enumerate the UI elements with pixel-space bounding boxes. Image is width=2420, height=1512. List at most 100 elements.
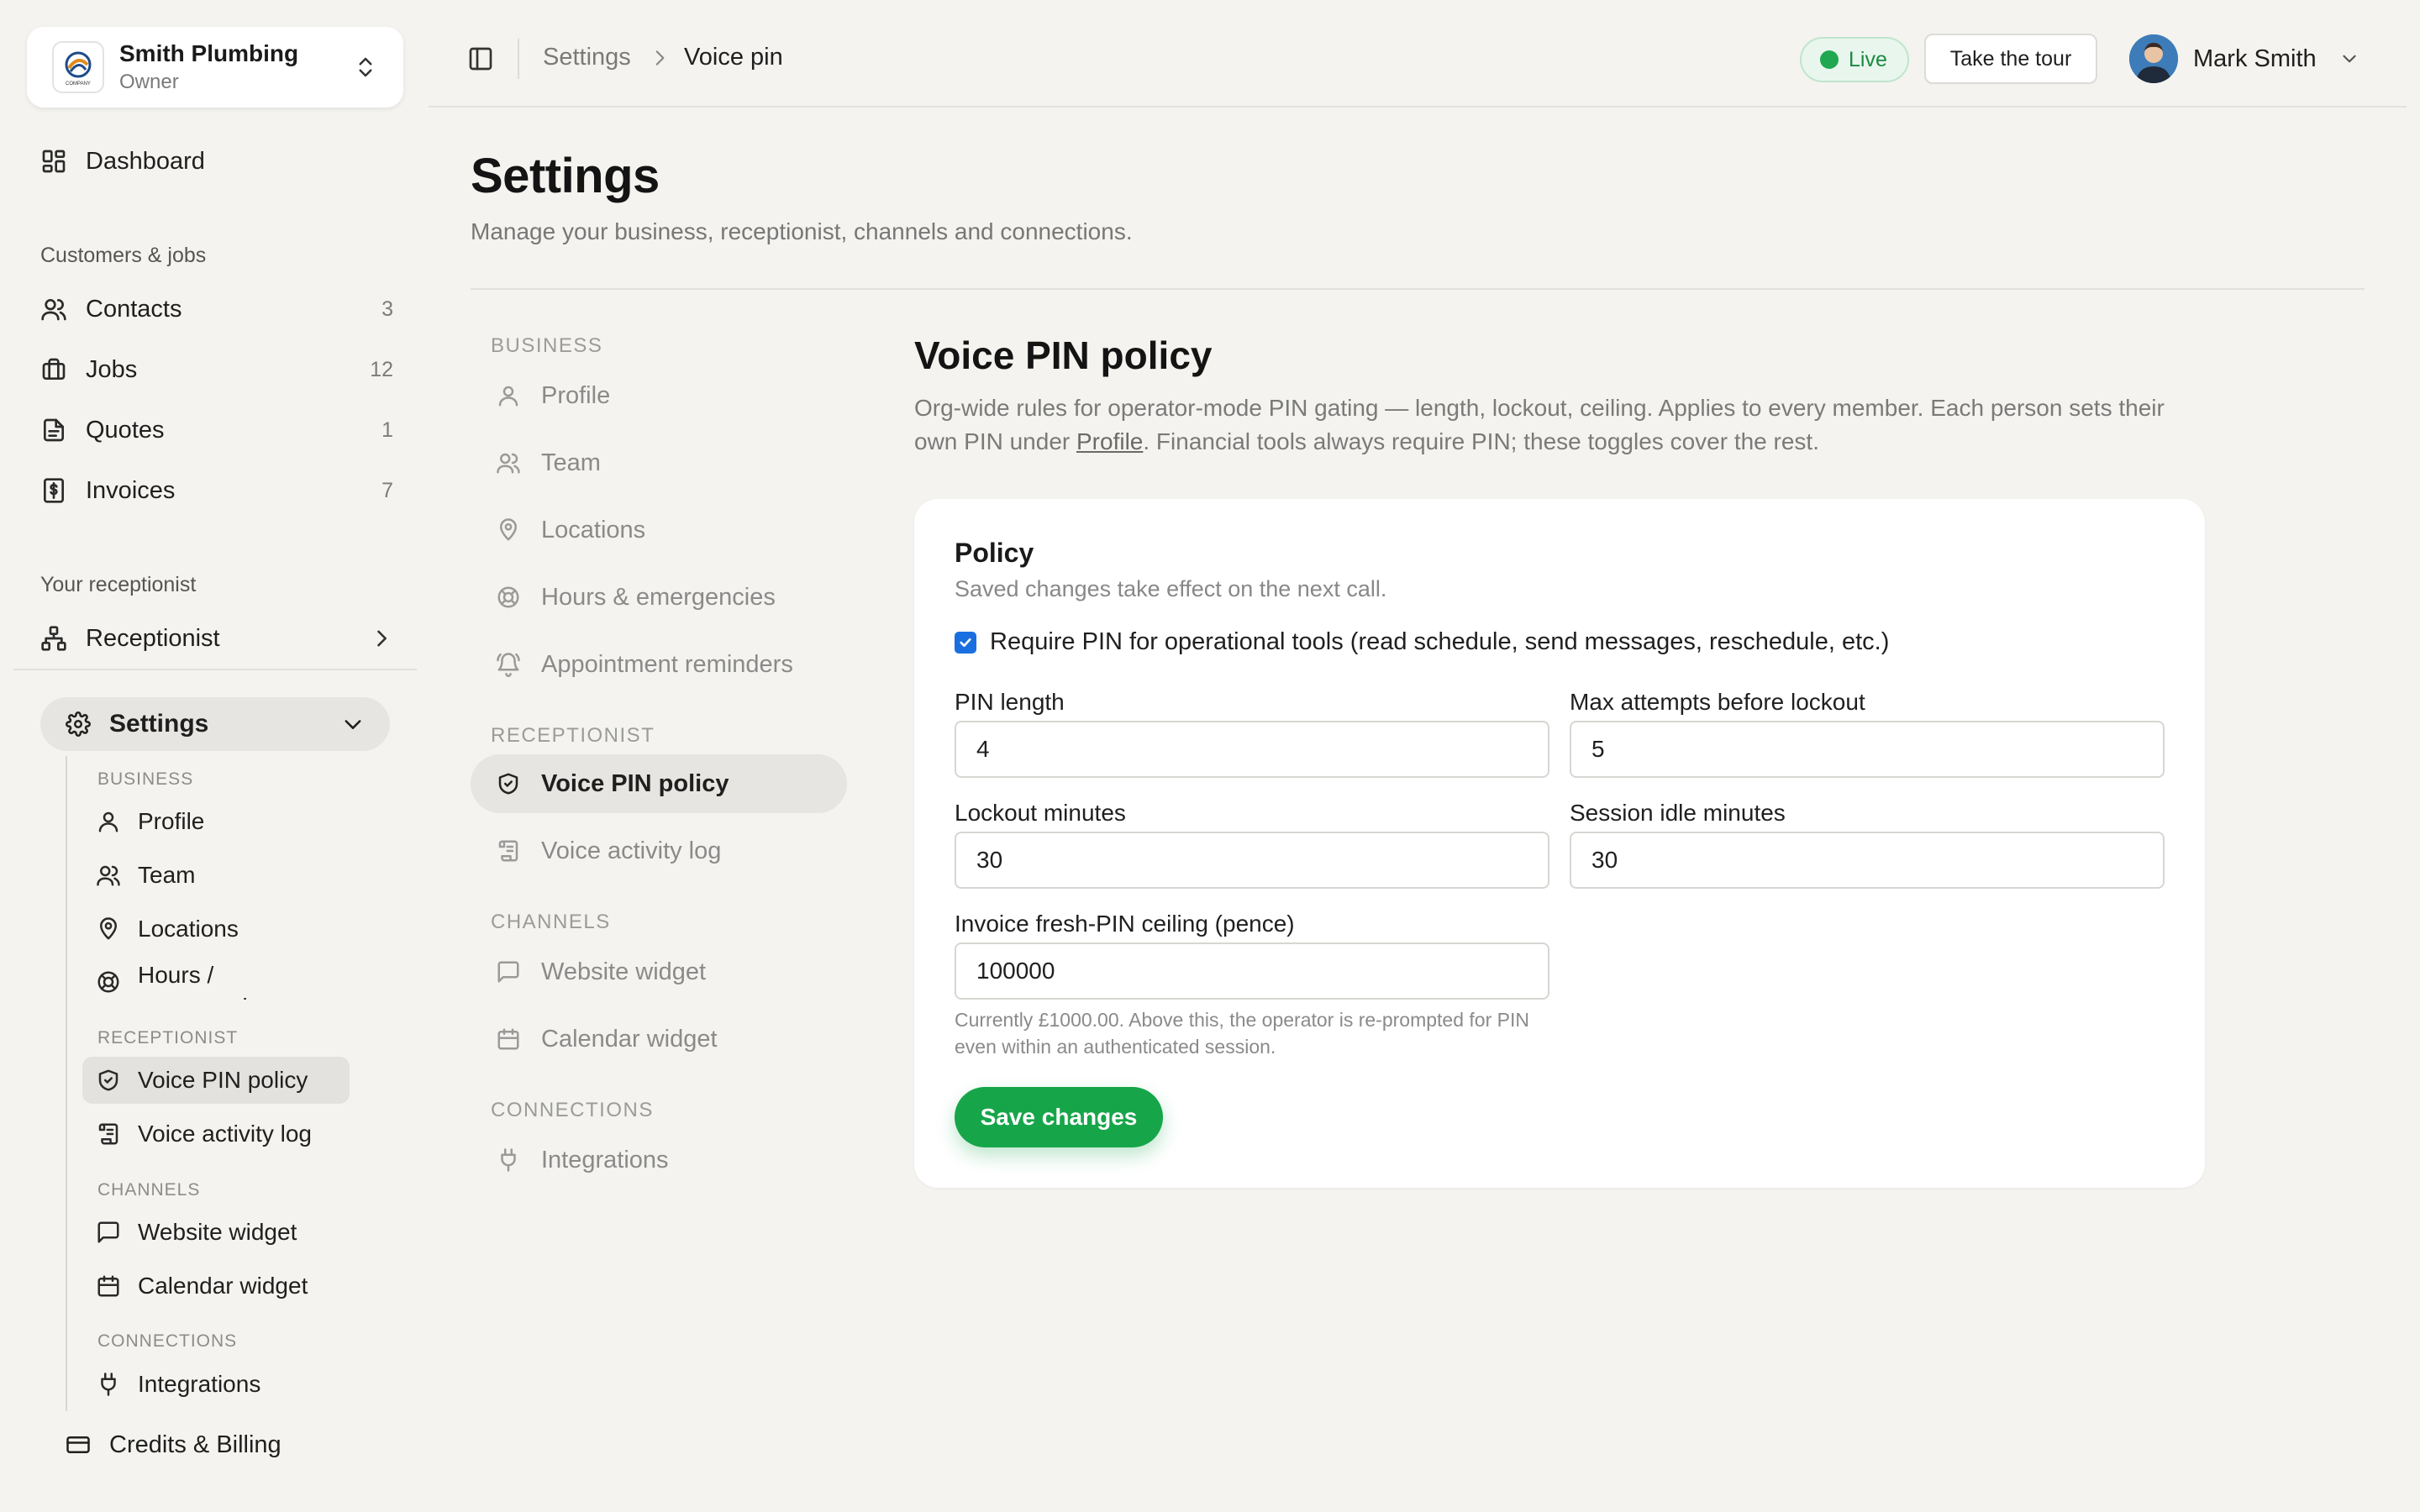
sub-item-label: Website widget [138, 1219, 297, 1245]
page-subtitle: Manage your business, receptionist, chan… [471, 218, 1133, 244]
profile-link[interactable]: Profile [1076, 428, 1143, 454]
invoice-icon [40, 477, 67, 504]
sidebar-sub-team[interactable]: Team [82, 852, 350, 899]
sidebar-sub-integrations[interactable]: Integrations [82, 1361, 350, 1408]
briefcase-icon [40, 356, 67, 383]
session-idle-label: Session idle minutes [1570, 800, 1786, 826]
sidebar-item-settings[interactable]: Settings [40, 697, 390, 751]
settings-nav-team[interactable]: Team [471, 433, 847, 492]
shield-check-icon [96, 1068, 121, 1093]
users-icon [496, 450, 521, 475]
plug-icon [96, 1372, 121, 1397]
sidebar-item-credits-billing[interactable]: Credits & Billing [66, 1421, 281, 1468]
credit-card-icon [66, 1432, 91, 1457]
sub-item-label: Integrations [138, 1371, 261, 1397]
org-switcher[interactable]: COMPANY Smith Plumbing Owner [27, 27, 403, 108]
require-pin-row: Require PIN for operational tools (read … [955, 628, 1889, 656]
pin-length-label: PIN length [955, 689, 1065, 715]
section-description: Org-wide rules for operator-mode PIN gat… [914, 391, 2208, 459]
topbar-divider [518, 39, 519, 79]
settings-nav-voice-pin[interactable]: Voice PIN policy [471, 754, 847, 813]
settings-nav-label: Integrations [541, 1146, 669, 1173]
workflow-icon [40, 625, 67, 652]
sidebar-divider [13, 669, 417, 670]
page-title: Settings [471, 149, 660, 203]
settings-nav-label: Website widget [541, 958, 707, 985]
sidebar-item-invoices[interactable]: Invoices 7 [40, 467, 393, 514]
sidebar-heading-customers: Customers & jobs [40, 244, 207, 267]
lockout-minutes-input[interactable]: 30 [955, 832, 1549, 889]
sidebar-sub-website-widget[interactable]: Website widget [82, 1209, 350, 1256]
top-bar: Settings Voice pin Live Take the tour Ma… [429, 0, 2407, 108]
sidebar-item-quotes[interactable]: Quotes 1 [40, 407, 393, 454]
ceiling-input[interactable]: 100000 [955, 942, 1549, 1000]
take-tour-button[interactable]: Take the tour [1924, 34, 2097, 84]
sidebar-item-jobs[interactable]: Jobs 12 [40, 346, 393, 393]
description-text: . Financial tools always require PIN; th… [1143, 428, 1819, 454]
sidebar-item-receptionist[interactable]: Receptionist [40, 615, 393, 662]
subnav-heading-channels: CHANNELS [97, 1180, 201, 1200]
card-subtitle: Saved changes take effect on the next ca… [955, 576, 1387, 601]
calendar-icon [496, 1026, 521, 1052]
sidebar-sub-voice-pin[interactable]: Voice PIN policy [82, 1057, 350, 1104]
save-changes-button[interactable]: Save changes [955, 1087, 1163, 1147]
settings-nav-heading-channels: CHANNELS [491, 911, 611, 933]
live-dot-icon [1820, 50, 1839, 69]
settings-nav-label: Voice activity log [541, 837, 722, 864]
ceiling-helper-text: Currently £1000.00. Above this, the oper… [955, 1009, 1529, 1058]
settings-nav-integrations[interactable]: Integrations [471, 1131, 847, 1189]
pin-length-input[interactable]: 4 [955, 721, 1549, 778]
user-menu[interactable]: Mark Smith [2129, 34, 2360, 84]
org-name: Smith Plumbing [119, 40, 299, 66]
lifebuoy-icon [496, 585, 521, 610]
sidebar-item-contacts[interactable]: Contacts 3 [40, 286, 393, 333]
sidebar-toggle-icon[interactable] [467, 45, 494, 72]
subnav-heading-receptionist: RECEPTIONIST [97, 1028, 239, 1047]
plug-icon [496, 1147, 521, 1173]
settings-nav-label: Appointment reminders [541, 650, 793, 678]
max-attempts-input[interactable]: 5 [1570, 721, 2165, 778]
company-logo: COMPANY [52, 41, 104, 93]
sub-item-label: Voice PIN policy [138, 1067, 308, 1093]
sidebar: COMPANY Smith Plumbing Owner Dashboard C… [0, 0, 429, 1512]
map-pin-icon [96, 916, 121, 942]
breadcrumb-settings[interactable]: Settings [543, 44, 631, 71]
chevron-down-icon [341, 712, 365, 736]
sidebar-item-dashboard[interactable]: Dashboard [40, 138, 393, 185]
require-pin-checkbox[interactable] [955, 631, 976, 654]
sidebar-sub-calendar-widget[interactable]: Calendar widget [82, 1263, 350, 1310]
sidebar-item-label: Invoices [86, 476, 176, 504]
sidebar-sub-locations[interactable]: Locations [82, 906, 350, 953]
sidebar-sub-profile[interactable]: Profile [82, 798, 350, 845]
sub-item-label: Voice activity log [138, 1121, 312, 1147]
settings-nav-locations[interactable]: Locations [471, 501, 847, 559]
count-badge: 1 [381, 417, 393, 442]
chevrons-up-down-icon [353, 55, 378, 80]
settings-nav-reminders[interactable]: Appointment reminders [471, 635, 847, 694]
settings-nav-label: Hours & emergencies [541, 583, 776, 611]
settings-nav-label: Team [541, 449, 601, 476]
chevron-right-icon [370, 627, 393, 650]
settings-subnav-line [66, 756, 67, 1411]
scroll-icon [96, 1121, 121, 1147]
settings-nav-hours[interactable]: Hours & emergencies [471, 568, 847, 627]
section-title: Voice PIN policy [914, 333, 1213, 377]
sub-item-label: Hours / emergencies [138, 962, 272, 1000]
sub-item-label: Profile [138, 808, 205, 834]
policy-card: Policy Saved changes take effect on the … [914, 499, 2205, 1188]
settings-nav-voice-log[interactable]: Voice activity log [471, 822, 847, 880]
sidebar-sub-voice-log[interactable]: Voice activity log [82, 1110, 350, 1158]
settings-nav-website-widget[interactable]: Website widget [471, 942, 847, 1001]
subnav-heading-business: BUSINESS [97, 769, 194, 789]
scroll-icon [496, 838, 521, 864]
session-idle-input[interactable]: 30 [1570, 832, 2165, 889]
message-square-icon [96, 1220, 121, 1245]
sidebar-sub-hours[interactable]: Hours / emergencies [82, 951, 350, 1000]
user-name: Mark Smith [2193, 45, 2317, 72]
lockout-minutes-label: Lockout minutes [955, 800, 1126, 826]
settings-nav-calendar-widget[interactable]: Calendar widget [471, 1010, 847, 1068]
max-attempts-label: Max attempts before lockout [1570, 689, 1865, 715]
breadcrumb-current: Voice pin [684, 44, 783, 71]
settings-nav-profile[interactable]: Profile [471, 366, 847, 425]
svg-text:COMPANY: COMPANY [66, 81, 91, 87]
